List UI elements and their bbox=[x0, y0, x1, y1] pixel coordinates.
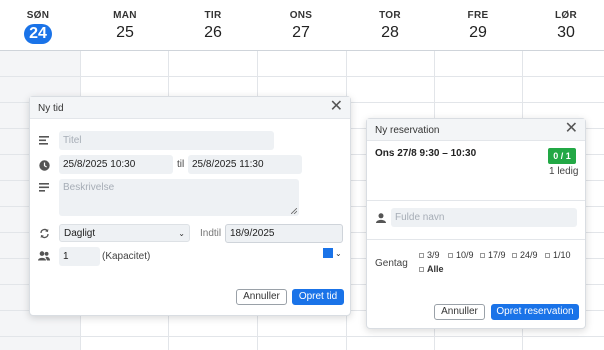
divider bbox=[367, 239, 585, 240]
dialog-title: Ny tid bbox=[38, 103, 64, 114]
day-name: TOR bbox=[379, 10, 401, 21]
until-date-value: 18/9/2025 bbox=[230, 228, 275, 239]
chevron-down-icon: ⌄ bbox=[335, 248, 342, 258]
til-label: til bbox=[177, 159, 185, 170]
capacity-value: 1 bbox=[63, 251, 69, 262]
close-icon[interactable]: ✕ bbox=[565, 121, 578, 137]
repeat-date-checkbox[interactable]: 3/9 bbox=[419, 250, 440, 260]
day-number: 25 bbox=[116, 24, 134, 41]
create-reservation-button[interactable]: Opret reservation bbox=[491, 304, 579, 320]
repeat-label: Gentag bbox=[375, 258, 408, 269]
capacity-input[interactable]: 1 bbox=[59, 247, 100, 266]
person-icon bbox=[375, 213, 387, 225]
day-name: MAN bbox=[113, 10, 137, 21]
day-number: 28 bbox=[381, 24, 399, 41]
people-icon bbox=[38, 251, 50, 263]
cancel-button[interactable]: Annuller bbox=[434, 304, 485, 320]
end-datetime-value: 25/8/2025 11:30 bbox=[192, 159, 264, 170]
create-time-button[interactable]: Opret tid bbox=[292, 289, 344, 305]
day-header-wed[interactable]: ONS 27 bbox=[257, 0, 345, 50]
color-picker[interactable]: ⌄ bbox=[323, 248, 342, 258]
day-name: SØN bbox=[26, 10, 50, 21]
capacity-badge: 0 / 1 bbox=[548, 148, 576, 164]
repeat-date-checkbox[interactable]: 1/10 bbox=[545, 250, 571, 260]
checkbox-label: 10/9 bbox=[456, 250, 474, 260]
day-number: 27 bbox=[292, 24, 310, 41]
slot-time: Ons 27/8 9:30 – 10:30 bbox=[375, 148, 477, 159]
start-datetime-input[interactable]: 25/8/2025 10:30 bbox=[59, 155, 173, 174]
description-textarea[interactable]: Beskrivelse bbox=[59, 179, 299, 216]
day-name: FRE bbox=[467, 10, 489, 21]
cancel-button[interactable]: Annuller bbox=[236, 289, 287, 305]
new-time-dialog: Ny tid ✕ Titel 25/8/2025 10:30 til 25/8/… bbox=[29, 96, 351, 316]
title-placeholder: Titel bbox=[63, 135, 82, 146]
checkbox-label: Alle bbox=[427, 264, 444, 274]
repeat-icon bbox=[38, 228, 50, 240]
start-datetime-value: 25/8/2025 10:30 bbox=[63, 159, 136, 170]
checkbox-label: 3/9 bbox=[427, 250, 440, 260]
day-header-mon[interactable]: MAN 25 bbox=[81, 0, 169, 50]
title-input[interactable]: Titel bbox=[59, 131, 274, 150]
dialog-title: Ny reservation bbox=[375, 125, 440, 136]
divider bbox=[367, 200, 585, 201]
repeat-selected-value: Dagligt bbox=[64, 227, 96, 239]
full-name-placeholder: Fulde navn bbox=[395, 212, 445, 223]
day-header-tue[interactable]: TIR 26 bbox=[169, 0, 257, 50]
repeat-select[interactable]: Dagligt ⌄ bbox=[59, 224, 190, 242]
grid-divider bbox=[0, 336, 604, 337]
free-count: 1 ledig bbox=[549, 166, 579, 177]
checkbox-label: 1/10 bbox=[553, 250, 571, 260]
until-date-input[interactable]: 18/9/2025 bbox=[225, 224, 343, 243]
chevron-down-icon: ⌄ bbox=[178, 228, 185, 238]
resize-handle-icon[interactable] bbox=[291, 208, 297, 214]
close-icon[interactable]: ✕ bbox=[330, 99, 343, 115]
dialog-header: Ny tid ✕ bbox=[30, 97, 350, 119]
day-name: LØR bbox=[554, 10, 577, 21]
description-icon bbox=[38, 183, 50, 195]
full-name-input[interactable]: Fulde navn bbox=[391, 208, 577, 227]
capacity-label: (Kapacitet) bbox=[102, 251, 151, 262]
day-header-thu[interactable]: TOR 28 bbox=[346, 0, 434, 50]
repeat-date-checkbox[interactable]: 17/9 bbox=[480, 250, 506, 260]
day-number-today: 24 bbox=[24, 24, 52, 44]
dialog-header: Ny reservation ✕ bbox=[367, 119, 585, 141]
header-divider bbox=[0, 50, 604, 51]
checkbox-label: 17/9 bbox=[488, 250, 506, 260]
day-header-sun[interactable]: SØN 24 bbox=[0, 0, 82, 50]
description-placeholder: Beskrivelse bbox=[63, 182, 115, 193]
new-reservation-dialog: Ny reservation ✕ Ons 27/8 9:30 – 10:30 0… bbox=[366, 118, 586, 329]
end-datetime-input[interactable]: 25/8/2025 11:30 bbox=[188, 155, 302, 174]
day-header-fri[interactable]: FRE 29 bbox=[434, 0, 522, 50]
repeat-date-checkbox[interactable]: 10/9 bbox=[448, 250, 474, 260]
day-name: ONS bbox=[289, 10, 313, 21]
until-label: Indtil bbox=[200, 228, 222, 239]
day-header-sat[interactable]: LØR 30 bbox=[522, 0, 604, 50]
day-number: 26 bbox=[204, 24, 222, 41]
repeat-all-checkbox[interactable]: Alle bbox=[419, 264, 444, 274]
title-icon bbox=[38, 136, 50, 148]
day-name: TIR bbox=[204, 10, 222, 21]
checkbox-label: 24/9 bbox=[520, 250, 538, 260]
grid-divider bbox=[0, 76, 604, 77]
clock-icon bbox=[38, 160, 50, 172]
day-number: 30 bbox=[557, 24, 575, 41]
repeat-date-checkbox[interactable]: 24/9 bbox=[512, 250, 538, 260]
color-swatch bbox=[323, 248, 333, 258]
day-number: 29 bbox=[469, 24, 487, 41]
